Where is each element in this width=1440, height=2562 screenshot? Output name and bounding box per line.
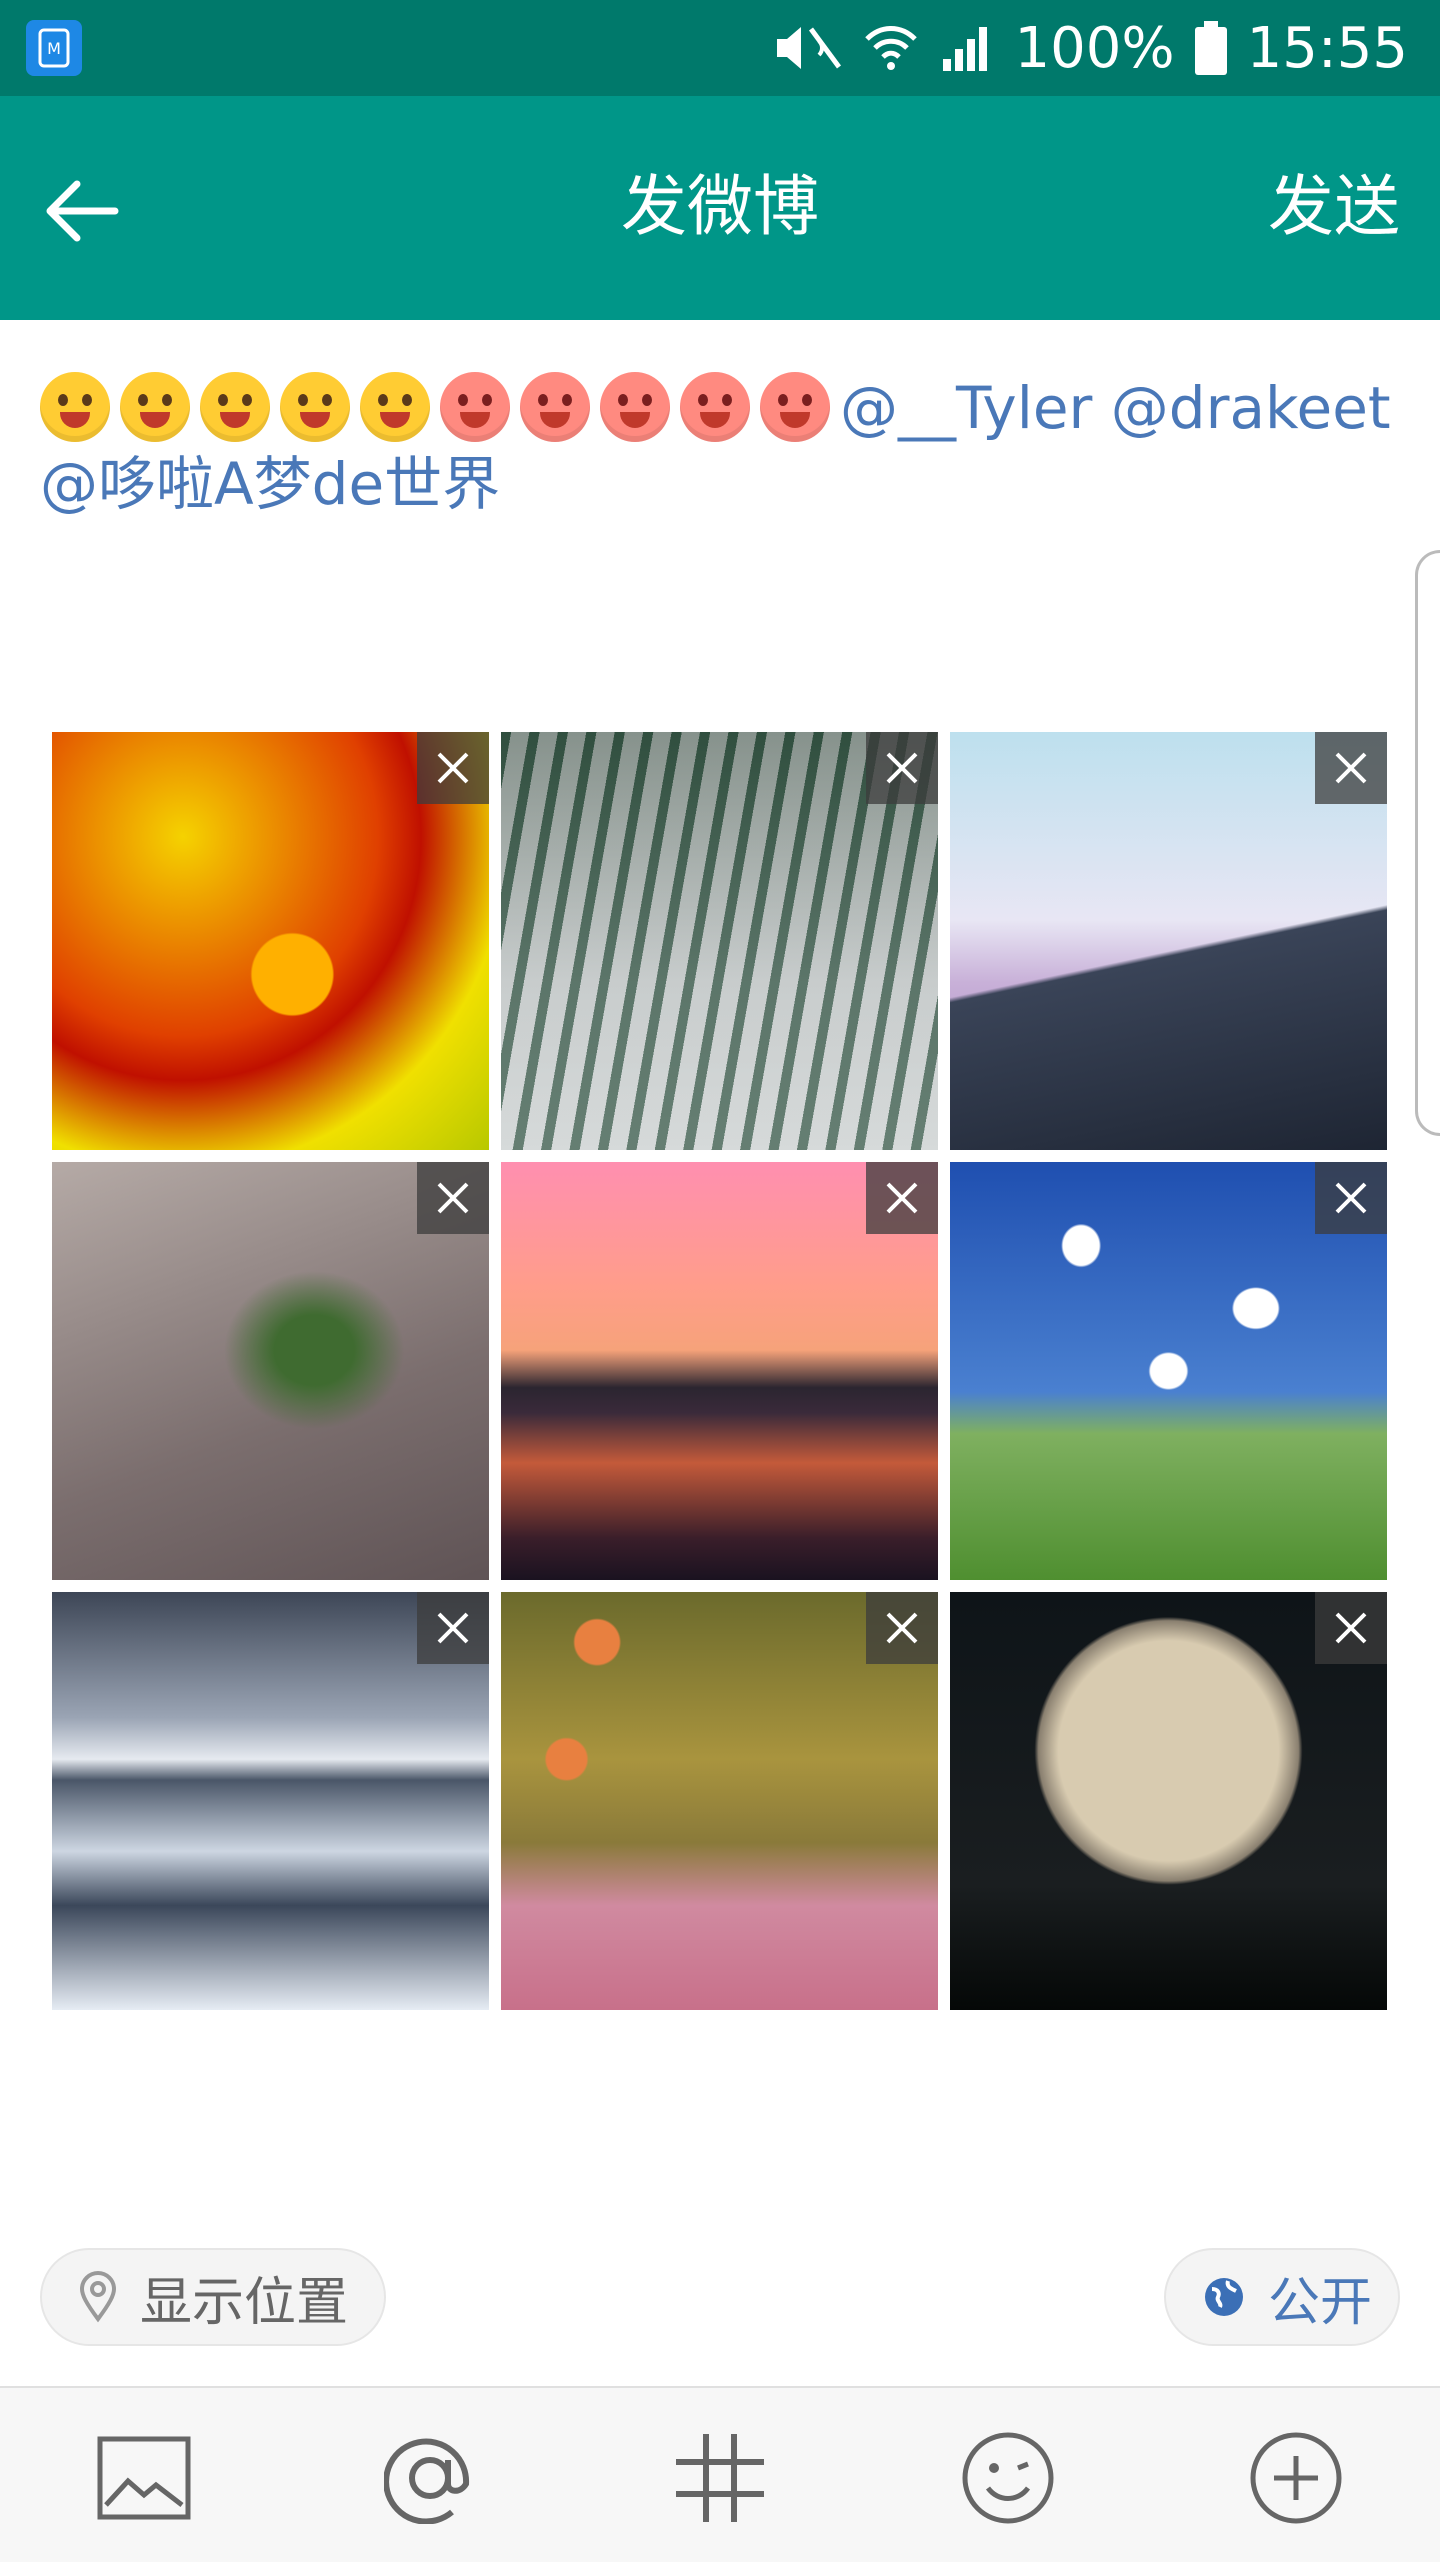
close-icon — [886, 1612, 918, 1644]
mention-line-2[interactable]: @哆啦A梦de世界 — [40, 450, 500, 518]
mute-icon — [771, 23, 843, 73]
image-tile[interactable] — [950, 1592, 1387, 2010]
insert-image-button[interactable] — [94, 2428, 194, 2528]
image-grid — [52, 732, 1387, 2010]
remove-image-button[interactable] — [866, 1592, 938, 1664]
show-location-chip[interactable]: 显示位置 — [40, 2248, 386, 2346]
svg-text:M: M — [47, 39, 61, 58]
remove-image-button[interactable] — [866, 1162, 938, 1234]
emoji-icon — [360, 372, 430, 442]
compose-text[interactable]: @__Tyler @drakeet @哆啦A梦de世界 — [40, 370, 1400, 522]
emoji-icon — [600, 372, 670, 442]
close-icon — [886, 752, 918, 784]
emoji-icon — [120, 372, 190, 442]
status-bar: M 100% 15:55 — [0, 0, 1440, 96]
emoji-icon — [680, 372, 750, 442]
image-tile[interactable] — [950, 1162, 1387, 1580]
emoji-button[interactable] — [958, 2428, 1058, 2528]
close-icon — [886, 1182, 918, 1214]
emoji-icon — [760, 372, 830, 442]
hashtag-icon — [676, 2434, 764, 2522]
side-drawer-handle[interactable] — [1415, 550, 1440, 1136]
close-icon — [437, 752, 469, 784]
image-icon — [97, 2436, 191, 2520]
battery-level: 100% — [1014, 15, 1175, 81]
more-button[interactable] — [1246, 2428, 1346, 2528]
at-icon — [384, 2438, 470, 2524]
remove-image-button[interactable] — [866, 732, 938, 804]
close-icon — [1335, 1182, 1367, 1214]
close-icon — [437, 1182, 469, 1214]
image-tile[interactable] — [501, 732, 938, 1150]
emoji-icon — [280, 372, 350, 442]
app-bar: 发微博 发送 — [0, 96, 1440, 320]
close-icon — [1335, 752, 1367, 784]
image-tile[interactable] — [52, 1592, 489, 2010]
image-tile[interactable] — [950, 732, 1387, 1150]
clock: 15:55 — [1246, 15, 1408, 81]
emoji-icon — [520, 372, 590, 442]
hashtag-button[interactable] — [670, 2428, 770, 2528]
remove-image-button[interactable] — [1315, 732, 1387, 804]
location-label: 显示位置 — [140, 2272, 349, 2333]
image-tile[interactable] — [501, 1162, 938, 1580]
remove-image-button[interactable] — [1315, 1592, 1387, 1664]
privacy-chip[interactable]: 公开 — [1164, 2248, 1400, 2346]
wifi-icon — [863, 23, 919, 73]
emoji-icon — [962, 2432, 1054, 2524]
remove-image-button[interactable] — [417, 732, 489, 804]
page-title: 发微博 — [621, 168, 819, 245]
mention-button[interactable] — [380, 2428, 480, 2528]
emoji-icon — [440, 372, 510, 442]
plus-icon — [1250, 2432, 1342, 2524]
image-tile[interactable] — [52, 732, 489, 1150]
remove-image-button[interactable] — [417, 1592, 489, 1664]
remove-image-button[interactable] — [417, 1162, 489, 1234]
location-pin-icon — [79, 2271, 117, 2323]
mention-line-1[interactable]: @__Tyler @drakeet — [840, 374, 1391, 442]
m-app-icon: M — [26, 20, 82, 76]
image-tile[interactable] — [52, 1162, 489, 1580]
image-tile[interactable] — [501, 1592, 938, 2010]
emoji-icon — [200, 372, 270, 442]
globe-icon — [1205, 2278, 1243, 2316]
remove-image-button[interactable] — [1315, 1162, 1387, 1234]
privacy-label: 公开 — [1268, 2272, 1373, 2333]
close-icon — [1335, 1612, 1367, 1644]
emoji-icon — [40, 372, 110, 442]
bottom-toolbar — [0, 2386, 1440, 2562]
signal-icon — [939, 23, 995, 73]
battery-icon — [1194, 21, 1227, 75]
close-icon — [437, 1612, 469, 1644]
send-button[interactable]: 发送 — [1268, 162, 1400, 252]
